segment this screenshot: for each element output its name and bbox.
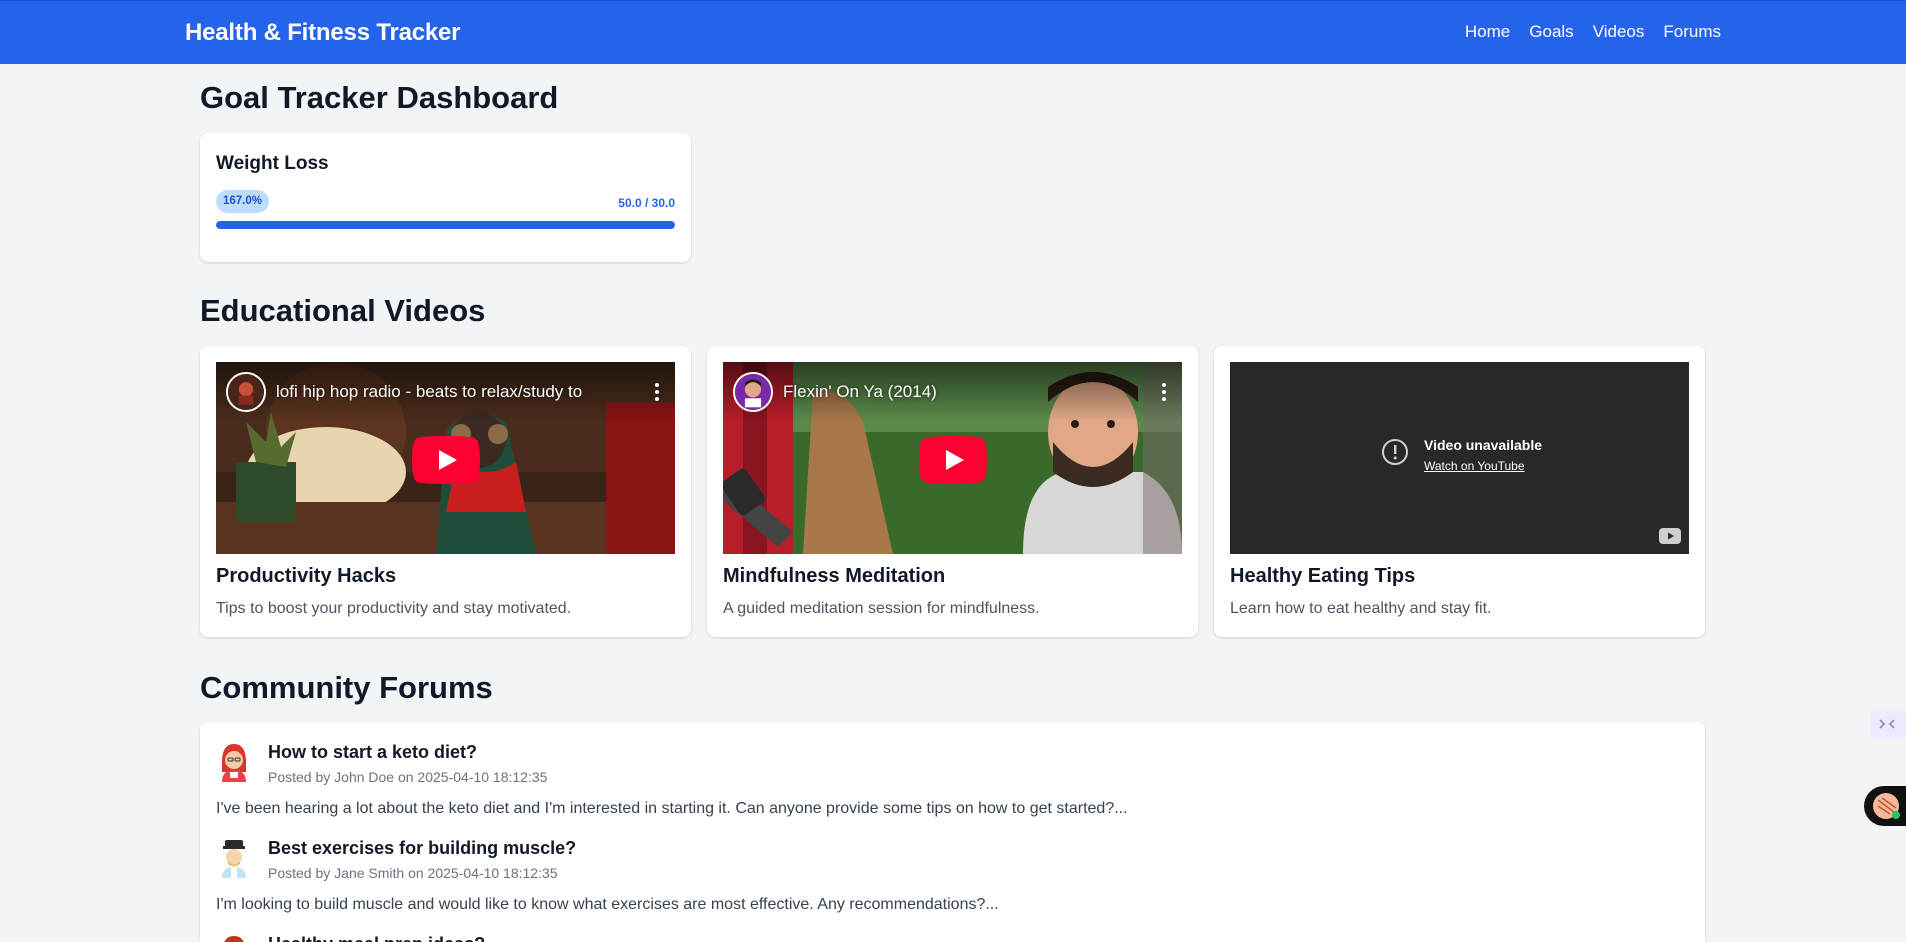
forum-post-title[interactable]: Healthy meal prep ideas? [268,934,485,942]
video-description: A guided meditation session for mindfuln… [723,600,1040,617]
video-unavailable-title: Video unavailable [1424,437,1543,453]
video-card: lofi hip hop radio - beats to relax/stud… [200,346,691,637]
video-embed[interactable]: lofi hip hop radio - beats to relax/stud… [216,362,675,554]
forum-list: How to start a keto diet? Posted by John… [200,722,1705,942]
extension-toggle-button[interactable] [1870,710,1906,738]
assistant-avatar-icon [1873,793,1900,819]
nav-goals[interactable]: Goals [1529,22,1573,42]
video-embed-header: Flexin' On Ya (2014) [733,372,1172,412]
navbar: Health & Fitness Tracker Home Goals Vide… [0,0,1906,64]
watch-on-youtube-link[interactable]: Watch on YouTube [1424,459,1542,473]
video-embed-header: lofi hip hop radio - beats to relax/stud… [226,372,665,412]
goal-card: Weight Loss 167.0% 50.0 / 30.0 [200,133,691,262]
nav-home[interactable]: Home [1465,22,1510,42]
play-button-icon[interactable] [919,436,987,484]
user-avatar-icon [222,744,246,782]
videos-heading: Educational Videos [200,293,486,328]
goal-dashboard-heading: Goal Tracker Dashboard [200,80,559,115]
play-button-icon[interactable] [412,436,480,484]
nav-links: Home Goals Videos Forums [1465,22,1721,42]
user-avatar-icon [224,936,244,942]
video-title: Productivity Hacks [216,565,397,587]
video-embed-caption[interactable]: Flexin' On Ya (2014) [783,382,1146,402]
goal-progress-bar [216,221,675,229]
nav-forums[interactable]: Forums [1663,22,1721,42]
video-card: Video unavailable Watch on YouTube Healt… [1214,346,1705,637]
more-options-icon[interactable] [649,380,665,404]
video-title: Healthy Eating Tips [1230,565,1416,587]
forum-post-meta: Posted by Jane Smith on 2025-04-10 18:12… [268,865,558,881]
channel-avatar[interactable] [226,372,266,412]
video-description: Learn how to eat healthy and stay fit. [1230,600,1492,617]
forum-post-excerpt: I'm looking to build muscle and would li… [216,896,999,913]
youtube-logo-icon[interactable] [1659,528,1681,544]
video-card: Flexin' On Ya (2014) Mindfulness Meditat… [707,346,1198,637]
forums-heading: Community Forums [200,670,493,705]
forum-post-meta: Posted by John Doe on 2025-04-10 18:12:3… [268,769,548,785]
forum-post-excerpt: I've been hearing a lot about the keto d… [216,800,1128,817]
goal-percent-badge: 167.0% [216,190,270,213]
goal-title: Weight Loss [216,153,329,174]
goal-ratio: 50.0 / 30.0 [618,196,675,210]
forum-post-title[interactable]: How to start a keto diet? [268,742,477,763]
more-options-icon[interactable] [1156,380,1172,404]
channel-avatar[interactable] [733,372,773,412]
user-avatar-icon [222,840,246,878]
code-icon [1879,719,1895,729]
video-unavailable-message: Video unavailable Watch on YouTube [1380,437,1542,473]
assistant-widget-button[interactable] [1864,786,1906,826]
goal-progress-fill [216,221,675,229]
video-description: Tips to boost your productivity and stay… [216,600,572,617]
video-embed[interactable]: Flexin' On Ya (2014) [723,362,1182,554]
nav-videos[interactable]: Videos [1593,22,1645,42]
video-embed[interactable]: Video unavailable Watch on YouTube [1230,362,1689,554]
video-embed-caption[interactable]: lofi hip hop radio - beats to relax/stud… [276,382,639,402]
app-title[interactable]: Health & Fitness Tracker [185,19,461,47]
alert-icon [1382,439,1408,465]
forum-post-title[interactable]: Best exercises for building muscle? [268,838,576,859]
video-title: Mindfulness Meditation [723,565,946,587]
